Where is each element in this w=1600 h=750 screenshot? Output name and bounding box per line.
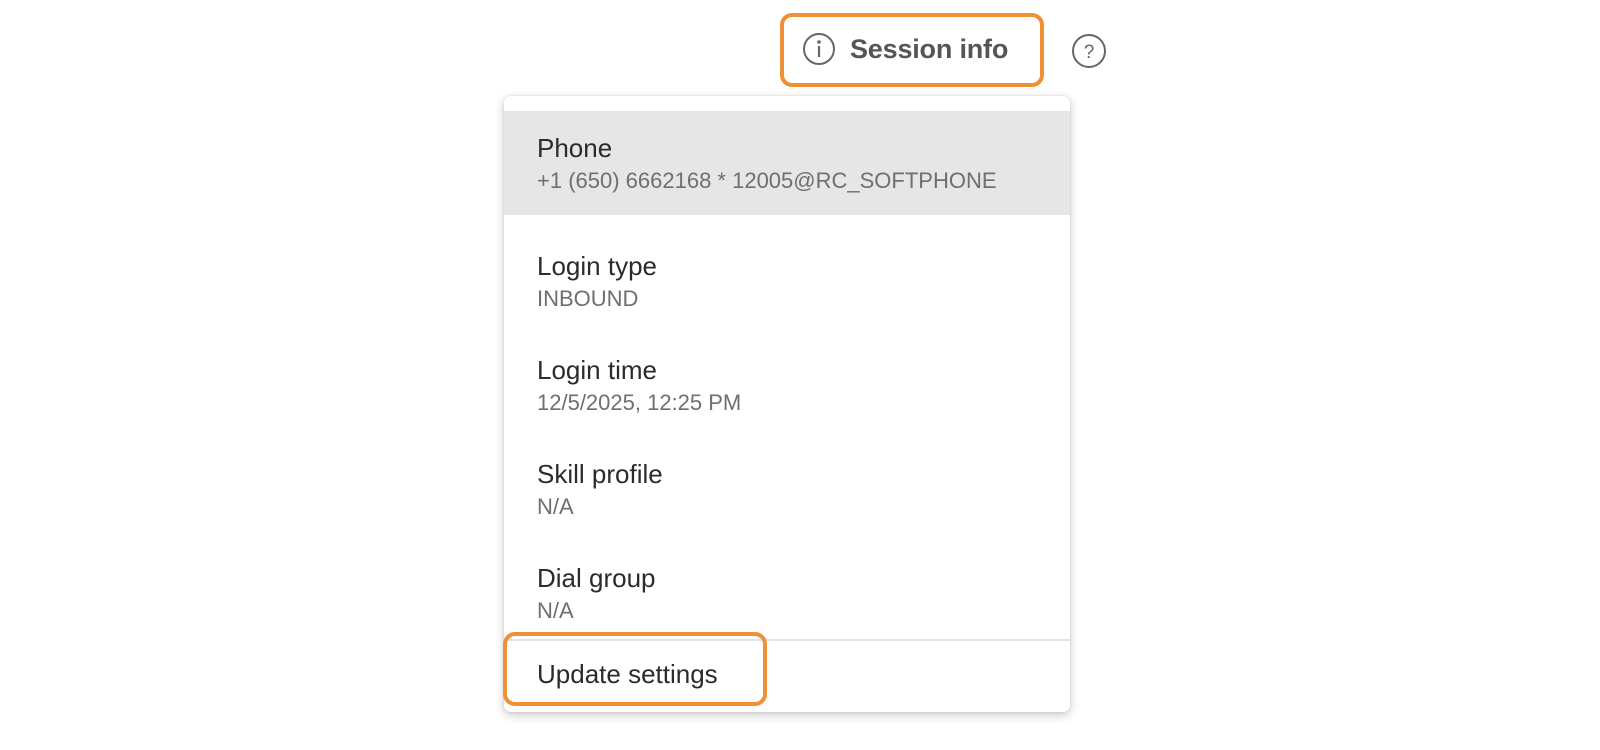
menu-item-title: Skill profile xyxy=(537,459,663,489)
svg-text:?: ? xyxy=(1084,42,1095,63)
page: Session info ? Phone +1 (650) 6662168 * … xyxy=(0,0,1600,750)
menu-item-value: N/A xyxy=(537,494,574,519)
menu-item-title: Login time xyxy=(537,355,657,385)
menu-item-login-type[interactable]: Login type INBOUND xyxy=(504,215,1070,319)
menu-item-title: Login type xyxy=(537,251,657,281)
menu-item-title: Phone xyxy=(537,133,613,163)
menu-item-title: Dial group xyxy=(537,563,656,593)
menu-item-login-time[interactable]: Login time 12/5/2025, 12:25 PM xyxy=(504,319,1070,423)
update-settings-button[interactable]: Update settings xyxy=(504,641,1070,711)
menu-item-value: 12/5/2025, 12:25 PM xyxy=(537,390,742,415)
info-circle-icon xyxy=(803,33,835,65)
menu-item-value: INBOUND xyxy=(537,286,639,311)
session-info-button[interactable]: Session info xyxy=(782,16,1022,82)
menu-item-value: N/A xyxy=(537,598,574,623)
menu-item-dial-group[interactable]: Dial group N/A xyxy=(504,527,1070,631)
menu-item-value: +1 (650) 6662168 * 12005@RC_SOFTPHONE xyxy=(537,168,997,193)
session-info-menu: Phone +1 (650) 6662168 * 12005@RC_SOFTPH… xyxy=(504,96,1070,712)
question-circle-icon: ? xyxy=(1072,34,1106,68)
session-info-label: Session info xyxy=(850,33,1009,64)
menu-item-skill-profile[interactable]: Skill profile N/A xyxy=(504,423,1070,527)
menu-item-phone[interactable]: Phone +1 (650) 6662168 * 12005@RC_SOFTPH… xyxy=(504,111,1070,215)
help-button[interactable]: ? xyxy=(1071,33,1107,69)
